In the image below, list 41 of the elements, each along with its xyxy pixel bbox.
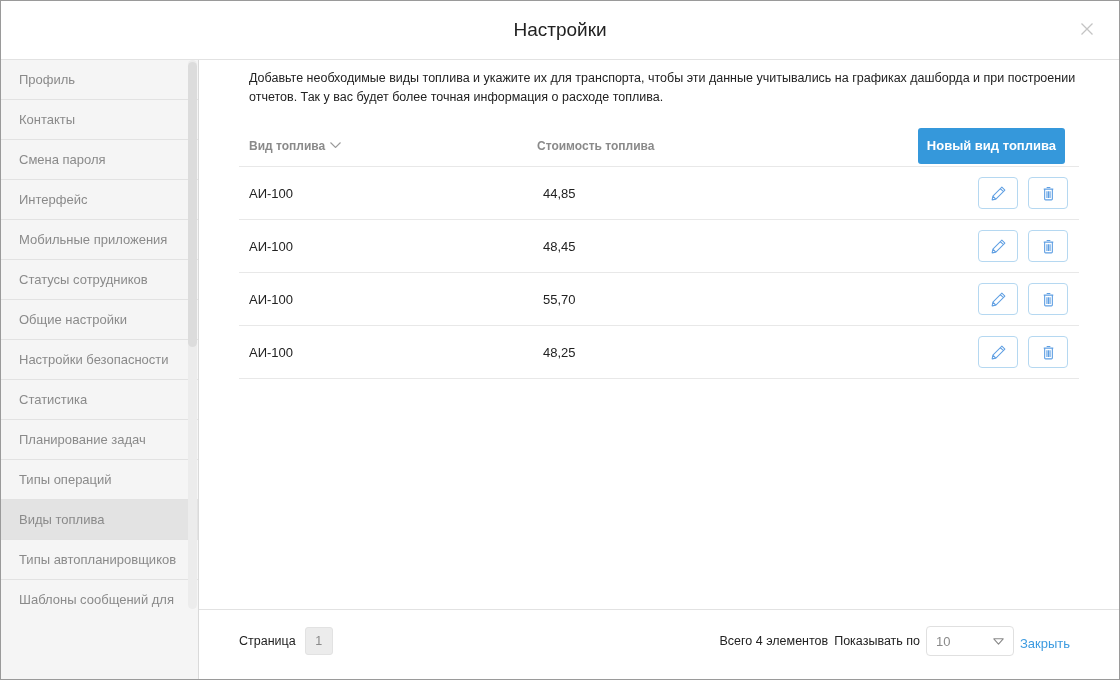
table-cell: 48,45 [543,238,576,254]
trash-icon [1042,291,1054,307]
dialog-title: Настройки [513,19,607,41]
column-header[interactable]: Стоимость топлива [527,138,655,153]
trash-icon [1042,238,1054,254]
table-cell: АИ-100 [249,344,294,360]
new-fuel-type-button[interactable]: Новый вид топлива [917,127,1065,164]
sidebar-item[interactable]: Шаблоны сообщений для [1,580,198,619]
scrollbar-thumb[interactable] [188,62,197,347]
close-icon[interactable] [1081,23,1093,35]
chevron-down-icon [330,141,342,148]
table-cell: АИ-100 [249,185,294,201]
close-link[interactable]: Закрыть [1019,636,1070,651]
table-cell: 55,70 [543,291,576,307]
total-count-text: Всего 4 элементов [719,634,829,648]
page-label: Страница [239,634,296,648]
pencil-icon [990,185,1006,201]
sidebar-item[interactable]: Виды топлива [1,500,198,540]
edit-button[interactable] [978,336,1018,368]
description-text: Добавьте необходимые виды топлива и укажите их для транспорта, чтобы эти данные учитывались на графиках дашборда и при построении отчетов. Так у вас будет более точная информация о расходе топлива. [248,70,1077,106]
pencil-icon [990,238,1006,254]
edit-button[interactable] [978,177,1018,209]
trash-icon [1042,185,1054,201]
delete-button[interactable] [1028,177,1068,209]
delete-button[interactable] [1028,283,1068,315]
pencil-icon [990,291,1006,307]
caret-icon [993,637,1004,645]
table-cell: 44,85 [543,185,576,201]
pencil-icon [990,344,1006,360]
table-cell: АИ-100 [249,238,294,254]
table-cell: 48,25 [543,344,576,360]
delete-button[interactable] [1028,230,1068,262]
delete-button[interactable] [1028,336,1068,368]
table-cell: АИ-100 [249,291,294,307]
column-header[interactable]: Вид топлива [239,138,342,153]
page-size-label: Показывать по [834,634,920,648]
page-button[interactable]: 1 [304,627,333,655]
page-size-select[interactable]: 10 [926,626,1014,656]
edit-button[interactable] [978,283,1018,315]
edit-button[interactable] [978,230,1018,262]
trash-icon [1042,344,1054,360]
